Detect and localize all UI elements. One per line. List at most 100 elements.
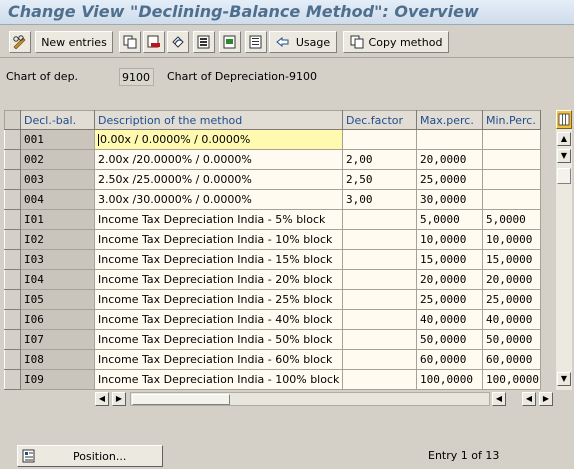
cell-max-perc[interactable]: 40,0000 bbox=[416, 309, 483, 330]
table-row[interactable]: I02 Income Tax Depreciation India - 10% b… bbox=[4, 229, 541, 250]
scroll-left-button[interactable]: ◀ bbox=[95, 392, 109, 406]
row-selector[interactable] bbox=[4, 249, 21, 270]
cell-description[interactable]: Income Tax Depreciation India - 25% bloc… bbox=[94, 289, 343, 310]
row-selector[interactable] bbox=[4, 349, 21, 370]
column-header-min-perc[interactable]: Min.Perc. bbox=[482, 110, 541, 130]
cell-min-perc[interactable] bbox=[482, 149, 541, 170]
cell-min-perc[interactable] bbox=[482, 189, 541, 210]
row-selector[interactable] bbox=[4, 129, 21, 150]
cell-dec-factor[interactable] bbox=[342, 349, 417, 370]
cell-max-perc[interactable]: 15,0000 bbox=[416, 249, 483, 270]
scroll-right-button-2[interactable]: ▶ bbox=[539, 392, 553, 406]
cell-min-perc[interactable] bbox=[482, 169, 541, 190]
table-row[interactable]: 003 2.50x /25.0000% / 0.0000% 2,50 25,0000 bbox=[4, 169, 541, 190]
table-row[interactable]: I06 Income Tax Depreciation India - 40% b… bbox=[4, 309, 541, 330]
cell-max-perc[interactable]: 100,0000 bbox=[416, 369, 483, 390]
column-header-max-perc[interactable]: Max.perc. bbox=[416, 110, 483, 130]
scroll-left-end-button[interactable]: ◀ bbox=[492, 392, 506, 406]
cell-min-perc[interactable]: 60,0000 bbox=[482, 349, 541, 370]
cell-dec-factor[interactable] bbox=[342, 329, 417, 350]
cell-min-perc[interactable] bbox=[482, 129, 541, 150]
column-header-decl-bal[interactable]: Decl.-bal. bbox=[20, 110, 95, 130]
row-selector[interactable] bbox=[4, 149, 21, 170]
cell-dec-factor[interactable] bbox=[342, 309, 417, 330]
deselect-all-button[interactable] bbox=[245, 31, 267, 53]
table-row[interactable]: 001 0.00x / 0.0000% / 0.0000% bbox=[4, 129, 541, 150]
row-selector[interactable] bbox=[4, 189, 21, 210]
row-selector[interactable] bbox=[4, 309, 21, 330]
cell-description[interactable]: 2.00x /20.0000% / 0.0000% bbox=[94, 149, 343, 170]
select-all-button[interactable] bbox=[193, 31, 215, 53]
cell-description[interactable]: Income Tax Depreciation India - 40% bloc… bbox=[94, 309, 343, 330]
table-row[interactable]: I08 Income Tax Depreciation India - 60% b… bbox=[4, 349, 541, 370]
cell-max-perc[interactable]: 25,0000 bbox=[416, 169, 483, 190]
cell-max-perc[interactable]: 5,0000 bbox=[416, 209, 483, 230]
table-row[interactable]: 004 3.00x /30.0000% / 0.0000% 3,00 30,0000 bbox=[4, 189, 541, 210]
cell-max-perc[interactable]: 10,0000 bbox=[416, 229, 483, 250]
display-change-button[interactable] bbox=[9, 31, 31, 53]
table-row[interactable]: 002 2.00x /20.0000% / 0.0000% 2,00 20,0000 bbox=[4, 149, 541, 170]
scroll-up-button[interactable]: ▲ bbox=[557, 132, 571, 146]
cell-dec-factor[interactable]: 2,50 bbox=[342, 169, 417, 190]
scroll-left-button-2[interactable]: ◀ bbox=[522, 392, 536, 406]
table-row[interactable]: I07 Income Tax Depreciation India - 50% b… bbox=[4, 329, 541, 350]
cell-min-perc[interactable]: 25,0000 bbox=[482, 289, 541, 310]
table-row[interactable]: I04 Income Tax Depreciation India - 20% b… bbox=[4, 269, 541, 290]
table-row[interactable]: I03 Income Tax Depreciation India - 15% b… bbox=[4, 249, 541, 270]
cell-min-perc[interactable]: 40,0000 bbox=[482, 309, 541, 330]
cell-description[interactable]: 3.00x /30.0000% / 0.0000% bbox=[94, 189, 343, 210]
usage-button[interactable]: Usage bbox=[269, 31, 337, 53]
copy-as-button[interactable] bbox=[119, 31, 141, 53]
cell-description[interactable]: Income Tax Depreciation India - 50% bloc… bbox=[94, 329, 343, 350]
cell-min-perc[interactable]: 100,0000 bbox=[482, 369, 541, 390]
cell-dec-factor[interactable] bbox=[342, 129, 417, 150]
cell-description[interactable]: Income Tax Depreciation India - 15% bloc… bbox=[94, 249, 343, 270]
cell-dec-factor[interactable]: 3,00 bbox=[342, 189, 417, 210]
scroll-right-button[interactable]: ▶ bbox=[112, 392, 126, 406]
cell-dec-factor[interactable] bbox=[342, 229, 417, 250]
select-all-rows-cell[interactable] bbox=[4, 110, 21, 130]
cell-max-perc[interactable]: 20,0000 bbox=[416, 269, 483, 290]
table-settings-button[interactable] bbox=[556, 110, 572, 129]
cell-max-perc[interactable]: 30,0000 bbox=[416, 189, 483, 210]
cell-max-perc[interactable]: 25,0000 bbox=[416, 289, 483, 310]
cell-dec-factor[interactable] bbox=[342, 249, 417, 270]
vertical-scrollbar[interactable]: ▲ ▼ ▼ bbox=[556, 110, 572, 390]
scroll-page-down-button[interactable]: ▼ bbox=[557, 149, 571, 163]
table-row[interactable]: I01 Income Tax Depreciation India - 5% bl… bbox=[4, 209, 541, 230]
cell-description[interactable]: Income Tax Depreciation India - 10% bloc… bbox=[94, 229, 343, 250]
cell-dec-factor[interactable] bbox=[342, 289, 417, 310]
row-selector[interactable] bbox=[4, 329, 21, 350]
copy-method-button[interactable]: Copy method bbox=[343, 31, 449, 53]
cell-max-perc[interactable] bbox=[416, 129, 483, 150]
cell-description[interactable]: Income Tax Depreciation India - 100% blo… bbox=[94, 369, 343, 390]
scroll-down-button[interactable]: ▼ bbox=[557, 372, 571, 386]
cell-max-perc[interactable]: 20,0000 bbox=[416, 149, 483, 170]
row-selector[interactable] bbox=[4, 169, 21, 190]
select-block-button[interactable] bbox=[219, 31, 241, 53]
column-header-dec-factor[interactable]: Dec.factor bbox=[342, 110, 417, 130]
table-row[interactable]: I05 Income Tax Depreciation India - 25% b… bbox=[4, 289, 541, 310]
vertical-scroll-thumb[interactable] bbox=[557, 168, 571, 184]
cell-min-perc[interactable]: 50,0000 bbox=[482, 329, 541, 350]
cell-min-perc[interactable]: 20,0000 bbox=[482, 269, 541, 290]
cell-description[interactable]: 0.00x / 0.0000% / 0.0000% bbox=[94, 129, 343, 150]
row-selector[interactable] bbox=[4, 229, 21, 250]
row-selector[interactable] bbox=[4, 209, 21, 230]
cell-dec-factor[interactable] bbox=[342, 369, 417, 390]
position-button[interactable]: Position... bbox=[17, 445, 163, 467]
cell-description[interactable]: Income Tax Depreciation India - 5% block bbox=[94, 209, 343, 230]
row-selector[interactable] bbox=[4, 269, 21, 290]
horizontal-scrollbar[interactable] bbox=[130, 392, 490, 406]
cell-description[interactable]: Income Tax Depreciation India - 20% bloc… bbox=[94, 269, 343, 290]
column-header-description[interactable]: Description of the method bbox=[94, 110, 343, 130]
new-entries-button[interactable]: New entries bbox=[35, 31, 113, 53]
cell-description[interactable]: 2.50x /25.0000% / 0.0000% bbox=[94, 169, 343, 190]
cell-dec-factor[interactable] bbox=[342, 209, 417, 230]
table-row[interactable]: I09 Income Tax Depreciation India - 100% … bbox=[4, 369, 541, 390]
cell-min-perc[interactable]: 15,0000 bbox=[482, 249, 541, 270]
cell-max-perc[interactable]: 50,0000 bbox=[416, 329, 483, 350]
cell-dec-factor[interactable]: 2,00 bbox=[342, 149, 417, 170]
cell-min-perc[interactable]: 10,0000 bbox=[482, 229, 541, 250]
row-selector[interactable] bbox=[4, 289, 21, 310]
